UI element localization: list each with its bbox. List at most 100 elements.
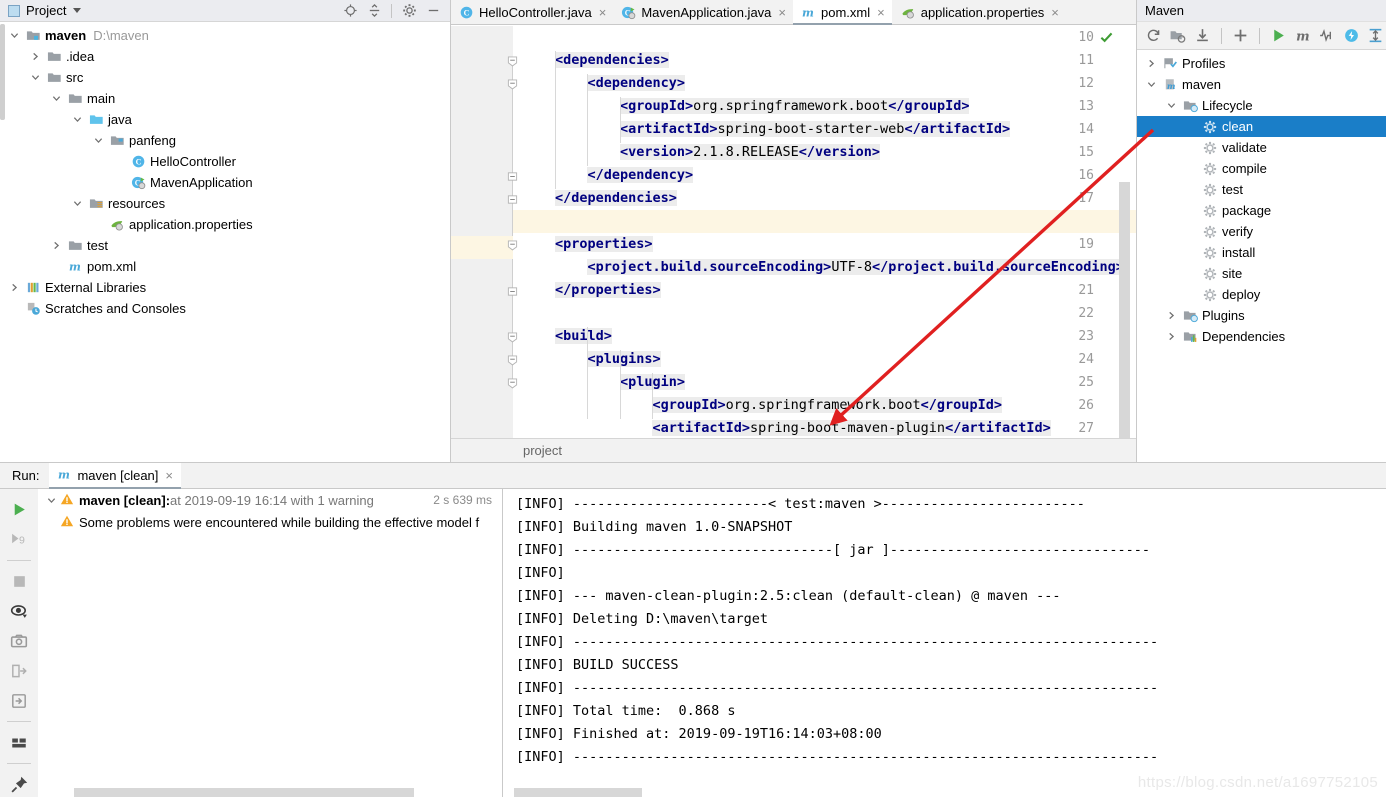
project-tree-item-pom-xml[interactable]: m pom.xml (0, 256, 450, 277)
run-icon[interactable] (1268, 26, 1289, 46)
maven-tree-item-deploy[interactable]: deploy (1137, 284, 1386, 305)
maven-tree-item-lifecycle[interactable]: Lifecycle (1137, 95, 1386, 116)
export-icon[interactable] (4, 659, 34, 684)
chevron-down-icon[interactable] (42, 496, 60, 505)
group-icon[interactable] (4, 730, 34, 755)
project-tree-item-hellocontroller[interactable]: C HelloController (0, 151, 450, 172)
stop-icon[interactable] (4, 569, 34, 594)
chevron-down-icon[interactable] (73, 8, 82, 13)
maven-tree-item-install[interactable]: install (1137, 242, 1386, 263)
editor-tab-pom-xml[interactable]: m pom.xml × (793, 0, 892, 25)
maven-tree-item-verify[interactable]: verify (1137, 221, 1386, 242)
editor-tab-application-properties[interactable]: application.properties × (891, 0, 1066, 24)
maven-tree-item-maven[interactable]: m maven (1137, 74, 1386, 95)
project-tree-item-main[interactable]: main (0, 88, 450, 109)
maven-tree-item-plugins[interactable]: Plugins (1137, 305, 1386, 326)
console-horizontal-scrollbar[interactable] (514, 788, 642, 797)
editor-tab-mavenapplication-java[interactable]: C MavenApplication.java × (613, 0, 793, 24)
run-tree-warning-row[interactable]: Some problems were encountered while bui… (38, 511, 502, 533)
toggle-auto-scroll-icon[interactable] (4, 599, 34, 624)
maven-tree-item-site[interactable]: site (1137, 263, 1386, 284)
breadcrumb-item-project[interactable]: project (523, 443, 562, 458)
toggle-skip-tests-icon[interactable] (1316, 26, 1337, 46)
toggle-offline-mode-icon[interactable] (1341, 26, 1362, 46)
locate-icon[interactable] (339, 1, 361, 21)
code-line[interactable] (513, 302, 555, 325)
chevron-right-icon[interactable] (8, 283, 20, 292)
maven-tree-item-validate[interactable]: validate (1137, 137, 1386, 158)
inspection-ok-icon[interactable] (1099, 30, 1114, 48)
code-line[interactable]: <artifactId>spring-boot-maven-plugin</ar… (513, 417, 1051, 440)
import-icon[interactable] (4, 688, 34, 713)
close-icon[interactable]: × (778, 5, 786, 20)
code-line[interactable] (513, 210, 555, 233)
maven-tree-item-clean[interactable]: clean (1137, 116, 1386, 137)
project-tree-item-external-libraries[interactable]: External Libraries (0, 277, 450, 298)
maven-tree-item-compile[interactable]: compile (1137, 158, 1386, 179)
project-tree-item-java[interactable]: java (0, 109, 450, 130)
code-line[interactable]: </dependency> (513, 164, 694, 187)
console-output[interactable]: [INFO] ------------------------< test:ma… (504, 489, 1386, 797)
code-line[interactable] (513, 26, 555, 49)
project-tree-item-src[interactable]: src (0, 67, 450, 88)
code-line[interactable]: <version>2.1.8.RELEASE</version> (513, 141, 881, 164)
project-tree-item-maven[interactable]: maven D:\maven (0, 25, 450, 46)
maven-tree-item-profiles[interactable]: Profiles (1137, 53, 1386, 74)
chevron-down-icon[interactable] (71, 199, 83, 208)
editor-main[interactable]: 101112131415161718192021222324252627 <de… (451, 26, 1136, 462)
chevron-down-icon[interactable] (92, 136, 104, 145)
chevron-down-icon[interactable] (50, 94, 62, 103)
project-tree-item-mavenapplication[interactable]: C MavenApplication (0, 172, 450, 193)
code-line[interactable]: <dependency> (513, 72, 686, 95)
expand-collapse-icon[interactable] (1365, 26, 1386, 46)
maven-tree-item-test[interactable]: test (1137, 179, 1386, 200)
code-content[interactable]: <dependencies> <dependency> <groupId>org.s… (513, 26, 1136, 462)
maven-tree-item-dependencies[interactable]: Dependencies (1137, 326, 1386, 347)
editor-vertical-scrollbar[interactable] (1119, 182, 1130, 444)
project-tree-item--idea[interactable]: .idea (0, 46, 450, 67)
project-tree-item-panfeng[interactable]: panfeng (0, 130, 450, 151)
code-line[interactable]: <groupId>org.springframework.boot</group… (513, 394, 1002, 417)
code-line[interactable]: <properties> (513, 233, 653, 256)
close-icon[interactable]: × (165, 468, 173, 483)
download-sources-icon[interactable] (1191, 26, 1212, 46)
maven-tree-item-package[interactable]: package (1137, 200, 1386, 221)
close-icon[interactable]: × (599, 5, 607, 20)
chevron-right-icon[interactable] (1165, 332, 1177, 341)
run-tree-root-row[interactable]: maven [clean]: at 2019-09-19 16:14 with … (38, 489, 502, 511)
code-line[interactable]: <plugin> (513, 371, 685, 394)
project-scrollbar[interactable] (0, 22, 5, 462)
project-tree-item-application-properties[interactable]: application.properties (0, 214, 450, 235)
rerun-failed-icon[interactable]: 9 (4, 527, 34, 552)
project-tree-item-test[interactable]: test (0, 235, 450, 256)
chevron-down-icon[interactable] (1145, 80, 1157, 89)
project-tree-item-scratches-and-consoles[interactable]: Scratches and Consoles (0, 298, 450, 319)
gear-icon[interactable] (398, 1, 420, 21)
code-line[interactable]: </properties> (513, 279, 661, 302)
run-tree-horizontal-scrollbar[interactable] (74, 788, 414, 797)
screenshot-icon[interactable] (4, 629, 34, 654)
chevron-right-icon[interactable] (50, 241, 62, 250)
project-tree-item-resources[interactable]: resources (0, 193, 450, 214)
collapse-all-icon[interactable] (363, 1, 385, 21)
chevron-down-icon[interactable] (71, 115, 83, 124)
reimport-icon[interactable] (1143, 26, 1164, 46)
chevron-right-icon[interactable] (1165, 311, 1177, 320)
add-maven-project-icon[interactable] (1230, 26, 1251, 46)
code-line[interactable]: <project.build.sourceEncoding>UTF-8</pro… (513, 256, 1124, 279)
close-icon[interactable]: × (877, 5, 885, 20)
code-line[interactable]: <dependencies> (513, 49, 669, 72)
run-tab-maven-clean[interactable]: m maven [clean] × (49, 463, 181, 489)
close-icon[interactable]: × (1051, 5, 1059, 20)
code-line[interactable]: </dependencies> (513, 187, 677, 210)
chevron-right-icon[interactable] (29, 52, 41, 61)
code-line[interactable]: <groupId>org.springframework.boot</group… (513, 95, 970, 118)
chevron-down-icon[interactable] (1165, 101, 1177, 110)
execute-maven-goal-icon[interactable]: m (1292, 26, 1313, 46)
rerun-icon[interactable] (4, 497, 34, 522)
minimize-icon[interactable] (422, 1, 444, 21)
project-scrollbar-thumb[interactable] (0, 24, 5, 120)
chevron-down-icon[interactable] (29, 73, 41, 82)
chevron-down-icon[interactable] (8, 31, 20, 40)
generate-sources-icon[interactable] (1167, 26, 1188, 46)
